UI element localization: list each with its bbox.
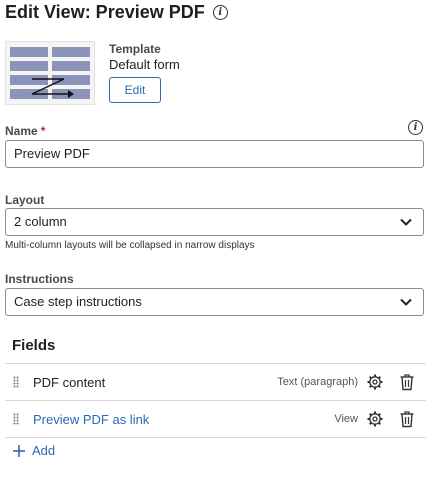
field-row-type: View <box>334 413 358 425</box>
template-thumbnail <box>5 41 95 105</box>
template-label: Template <box>109 42 161 56</box>
chevron-down-icon <box>400 218 412 226</box>
instructions-select-value: Case step instructions <box>14 294 142 309</box>
layout-select-value: 2 column <box>14 214 67 229</box>
info-icon[interactable]: i <box>408 120 423 135</box>
edit-template-button[interactable]: Edit <box>109 77 161 103</box>
drag-handle-icon[interactable] <box>13 376 19 388</box>
layout-label: Layout <box>5 193 45 207</box>
gear-icon[interactable] <box>366 373 384 391</box>
field-row: PDF content Text (paragraph) <box>5 363 426 400</box>
name-label: Name * <box>5 124 45 138</box>
fields-heading: Fields <box>12 337 56 354</box>
gear-icon[interactable] <box>366 410 384 428</box>
drag-handle-icon[interactable] <box>13 413 19 425</box>
field-row-label: PDF content <box>33 374 106 390</box>
page-title: Edit View: Preview PDF i <box>5 2 228 23</box>
template-value: Default form <box>109 57 180 72</box>
field-row-type: Text (paragraph) <box>277 376 358 388</box>
field-row-link[interactable]: Preview PDF as link <box>33 412 334 427</box>
required-marker: * <box>40 124 46 138</box>
page-title-text: Edit View: Preview PDF <box>5 2 205 22</box>
form-layout-icon <box>10 47 90 99</box>
add-field-label: Add <box>32 443 56 458</box>
instructions-label: Instructions <box>5 272 74 286</box>
trash-icon[interactable] <box>398 410 416 428</box>
info-icon[interactable]: i <box>212 5 228 20</box>
layout-helper-text: Multi-column layouts will be collapsed i… <box>5 240 255 251</box>
chevron-down-icon <box>400 298 412 306</box>
plus-icon <box>13 444 25 457</box>
layout-select[interactable]: 2 column <box>5 208 424 236</box>
trash-icon[interactable] <box>398 373 416 391</box>
name-label-text: Name <box>5 124 38 138</box>
name-input[interactable]: Preview PDF <box>5 140 424 168</box>
add-field-button[interactable]: Add <box>12 443 55 458</box>
field-row: Preview PDF as link View <box>5 400 426 438</box>
instructions-select[interactable]: Case step instructions <box>5 288 424 316</box>
